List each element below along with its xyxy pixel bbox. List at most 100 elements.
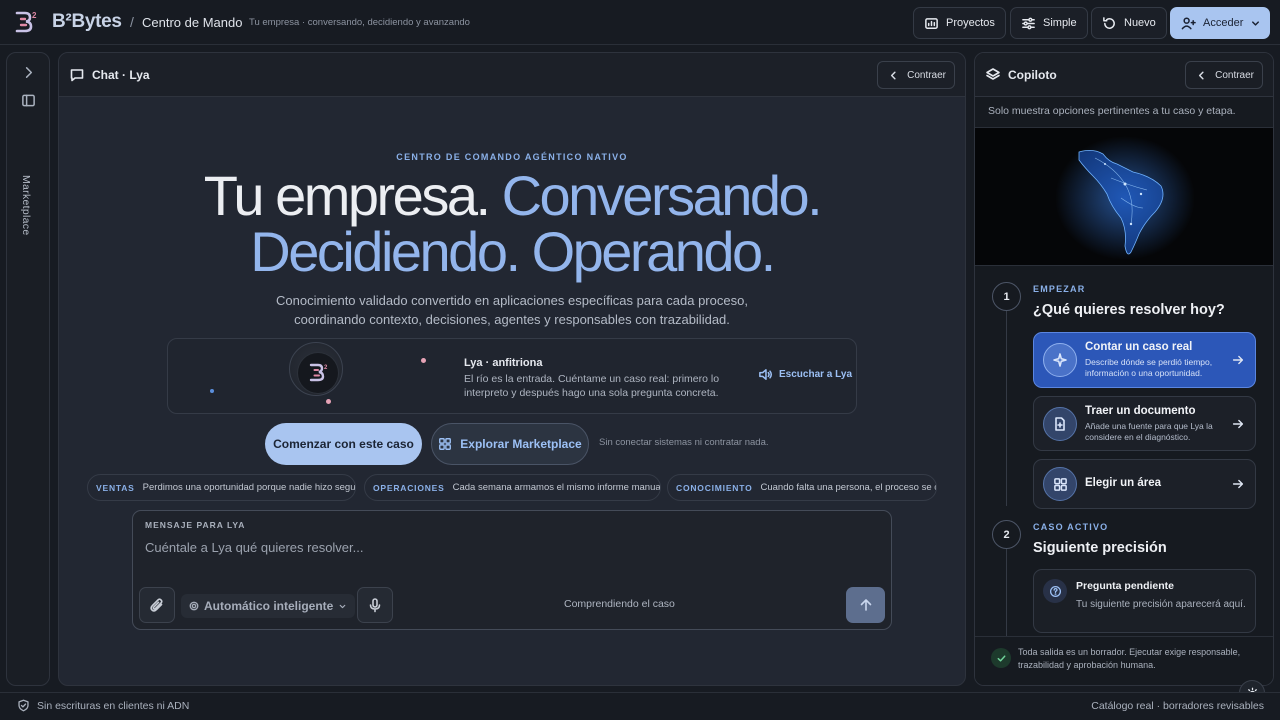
lya-avatar[interactable]: 2 xyxy=(289,342,343,396)
message-composer[interactable]: MENSAJE PARA LYA Cuéntale a Lya qué quie… xyxy=(132,510,892,630)
new-button[interactable]: Nuevo xyxy=(1091,7,1167,39)
copilot-collapse-label: Contraer xyxy=(1215,69,1254,81)
arrow-right-icon xyxy=(1231,353,1245,367)
projects-label: Proyectos xyxy=(946,17,995,29)
copilot-header: Copiloto Contraer xyxy=(975,53,1273,97)
layers-icon xyxy=(985,67,1001,83)
projects-button[interactable]: Proyectos xyxy=(913,7,1006,39)
step-2-eyebrow: CASO ACTIVO xyxy=(1033,522,1109,532)
copilot-collapse-button[interactable]: Contraer xyxy=(1185,61,1263,89)
chat-collapse-label: Contraer xyxy=(907,69,946,81)
new-label: Nuevo xyxy=(1124,17,1156,29)
step-1-badge: 1 xyxy=(992,282,1021,311)
message-input[interactable]: Cuéntale a Lya qué quieres resolver... xyxy=(145,540,364,555)
document-icon xyxy=(1043,407,1077,441)
chip-category: CONOCIMIENTO xyxy=(676,482,753,493)
pending-text: Tu siguiente precisión aparecerá aquí. xyxy=(1076,599,1246,610)
top-bar: 2 B²Bytes / Centro de Mando Tu empresa ·… xyxy=(0,0,1280,45)
example-chip-operations[interactable]: OPERACIONES Cada semana armamos el mismo… xyxy=(364,474,661,501)
chevron-left-icon xyxy=(1196,70,1207,81)
step-connector xyxy=(1006,549,1007,639)
arrow-up-icon xyxy=(858,597,874,613)
step-2-badge: 2 xyxy=(992,520,1021,549)
arrow-right-icon xyxy=(1231,477,1245,491)
login-button[interactable]: Acceder xyxy=(1170,7,1270,39)
attach-button[interactable] xyxy=(139,587,175,623)
host-card: 2 Lya · anfitriona El río es la entrada.… xyxy=(167,338,857,414)
paperclip-icon xyxy=(149,597,165,613)
explore-marketplace-label: Explorar Marketplace xyxy=(460,437,582,451)
grid-icon xyxy=(1043,467,1077,501)
hero-blue-text-2: Decidiendo. Operando. xyxy=(250,220,776,283)
chip-category: OPERACIONES xyxy=(373,482,445,493)
option-title: Contar un caso real xyxy=(1085,341,1193,353)
step-connector xyxy=(1006,311,1007,506)
microphone-button[interactable] xyxy=(357,587,393,623)
option-tell-case[interactable]: Contar un caso real Describe dónde se pe… xyxy=(1033,332,1256,388)
option-choose-area[interactable]: Elegir un área xyxy=(1033,459,1256,509)
expand-chevron-icon[interactable] xyxy=(21,65,36,80)
chat-bubble-icon xyxy=(69,67,85,83)
step-2-title: Siguiente precisión xyxy=(1033,540,1167,556)
brand-name[interactable]: B²Bytes xyxy=(52,11,122,33)
option-title: Elegir un área xyxy=(1085,477,1162,489)
cta-note: Sin conectar sistemas ni contratar nada. xyxy=(599,437,769,448)
copilot-footer-text: Toda salida es un borrador. Ejecutar exi… xyxy=(1018,647,1241,670)
example-chip-sales[interactable]: VENTAS Perdimos una oportunidad porque n… xyxy=(87,474,356,501)
option-desc: Describe dónde se perdió tiempo, informa… xyxy=(1085,357,1213,378)
rail-marketplace-label[interactable]: Marketplace xyxy=(20,175,32,236)
hero-white-text: Tu empresa. xyxy=(203,164,491,227)
start-case-button[interactable]: Comenzar con este caso xyxy=(265,423,422,465)
pending-question-card: Pregunta pendiente Tu siguiente precisió… xyxy=(1033,569,1256,633)
chip-text: Cada semana armamos el mismo informe man… xyxy=(452,482,661,493)
example-chip-knowledge[interactable]: CONOCIMIENTO Cuando falta una persona, e… xyxy=(667,474,937,501)
send-button[interactable] xyxy=(846,587,885,623)
river-particle xyxy=(326,399,331,404)
grid-icon xyxy=(438,437,452,451)
hero-line-2: Decidiendo. Operando. xyxy=(59,224,965,280)
tagline: Tu empresa · conversando, decidiendo y a… xyxy=(249,17,470,28)
question-icon xyxy=(1043,579,1067,603)
subtitle-line-1: Conocimiento validado convertido en apli… xyxy=(276,293,748,308)
simple-label: Simple xyxy=(1043,17,1077,29)
pending-title: Pregunta pendiente xyxy=(1076,580,1175,592)
sliders-icon xyxy=(1021,16,1036,31)
microphone-icon xyxy=(367,597,383,613)
check-icon xyxy=(991,648,1011,668)
option-desc: Añade una fuente para que Lya la conside… xyxy=(1085,421,1213,442)
b2-logo-icon[interactable]: 2 xyxy=(14,10,40,34)
chevron-down-icon xyxy=(1250,18,1261,29)
chat-title: Chat · Lya xyxy=(92,67,150,82)
chevron-left-icon xyxy=(888,70,899,81)
explore-marketplace-button[interactable]: Explorar Marketplace xyxy=(431,423,589,465)
simple-button[interactable]: Simple xyxy=(1010,7,1088,39)
chevron-down-icon xyxy=(338,602,347,611)
refresh-icon xyxy=(1102,16,1117,31)
chip-text: Cuando falta una persona, el proceso se … xyxy=(760,482,937,493)
chip-category: VENTAS xyxy=(96,482,135,493)
svg-text:2: 2 xyxy=(32,11,37,20)
b2-avatar-icon: 2 xyxy=(298,353,338,393)
host-message: El río es la entrada. Cuéntame un caso r… xyxy=(464,373,720,399)
left-rail: Marketplace xyxy=(6,52,50,686)
mode-selector[interactable]: Automático inteligente xyxy=(181,594,356,618)
subtitle-line-2: coordinando contexto, decisiones, agente… xyxy=(294,312,730,327)
status-right-text: Catálogo real · borradores revisables xyxy=(1091,700,1264,712)
mode-label: Automático inteligente xyxy=(204,599,334,613)
shield-check-icon xyxy=(17,699,30,712)
breadcrumb: Centro de Mando xyxy=(142,15,243,30)
listen-button[interactable]: Escuchar a Lya xyxy=(758,367,852,382)
copilot-panel: Copiloto Contraer Solo muestra opciones … xyxy=(974,52,1274,686)
copilot-footer: Toda salida es un borrador. Ejecutar exi… xyxy=(975,636,1273,685)
sidebar-toggle-icon[interactable] xyxy=(21,93,36,108)
svg-text:2: 2 xyxy=(324,365,328,371)
chat-panel: Chat · Lya Contraer CENTRO DE COMANDO AG… xyxy=(58,52,966,686)
sparkle-icon xyxy=(1043,343,1077,377)
breadcrumb-separator: / xyxy=(130,14,134,30)
river-particle xyxy=(210,389,214,393)
user-plus-icon xyxy=(1181,16,1196,31)
status-left-text: Sin escrituras en clientes ni ADN xyxy=(37,699,190,712)
option-bring-document[interactable]: Traer un documento Añade una fuente para… xyxy=(1033,396,1256,451)
latam-map-visual xyxy=(975,127,1273,266)
chat-collapse-button[interactable]: Contraer xyxy=(877,61,955,89)
